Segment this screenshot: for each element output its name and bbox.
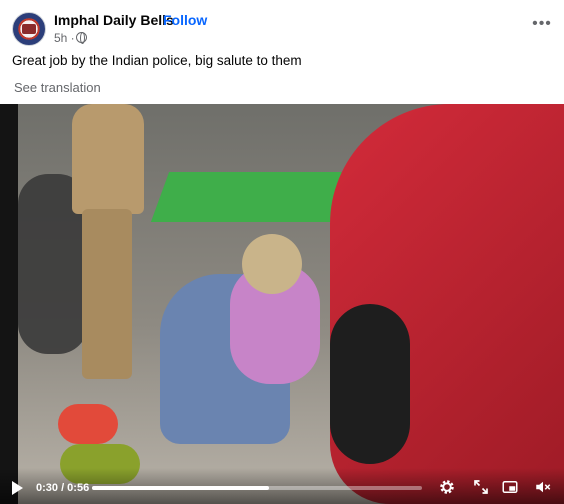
video-progress-fill — [92, 486, 269, 490]
more-options-icon[interactable]: ••• — [532, 16, 552, 38]
mute-speaker-icon[interactable] — [534, 478, 552, 496]
post-timestamp[interactable]: 5h · — [54, 31, 75, 45]
name-separator: · — [155, 12, 160, 28]
video-progress-bar[interactable] — [92, 486, 422, 490]
video-police-officer — [62, 104, 152, 384]
officer-legs — [82, 209, 132, 379]
person-head — [242, 234, 302, 294]
page-avatar[interactable] — [12, 12, 46, 46]
post-caption: Great job by the Indian police, big salu… — [12, 53, 302, 68]
video-player[interactable]: 0:30 / 0:56 — [0, 104, 564, 504]
video-frame — [0, 104, 564, 504]
settings-gear-icon[interactable] — [438, 478, 456, 496]
video-left-edge — [0, 104, 18, 504]
post-header: Imphal Daily Bells · Follow 5h · ••• — [0, 0, 564, 52]
follow-button[interactable]: Follow — [163, 12, 207, 28]
picture-in-picture-icon[interactable] — [501, 478, 519, 496]
fullscreen-expand-icon[interactable] — [472, 478, 490, 496]
video-tomatoes — [58, 404, 118, 444]
video-controls: 0:30 / 0:56 — [0, 468, 564, 504]
public-globe-icon — [76, 32, 87, 44]
video-car-tire — [330, 304, 410, 464]
see-translation-link[interactable]: See translation — [14, 80, 101, 95]
officer-torso — [72, 104, 144, 214]
play-icon[interactable] — [12, 481, 23, 495]
video-crouching-person — [160, 234, 330, 464]
video-time-readout: 0:30 / 0:56 — [36, 482, 90, 494]
avatar-logo — [22, 24, 36, 34]
